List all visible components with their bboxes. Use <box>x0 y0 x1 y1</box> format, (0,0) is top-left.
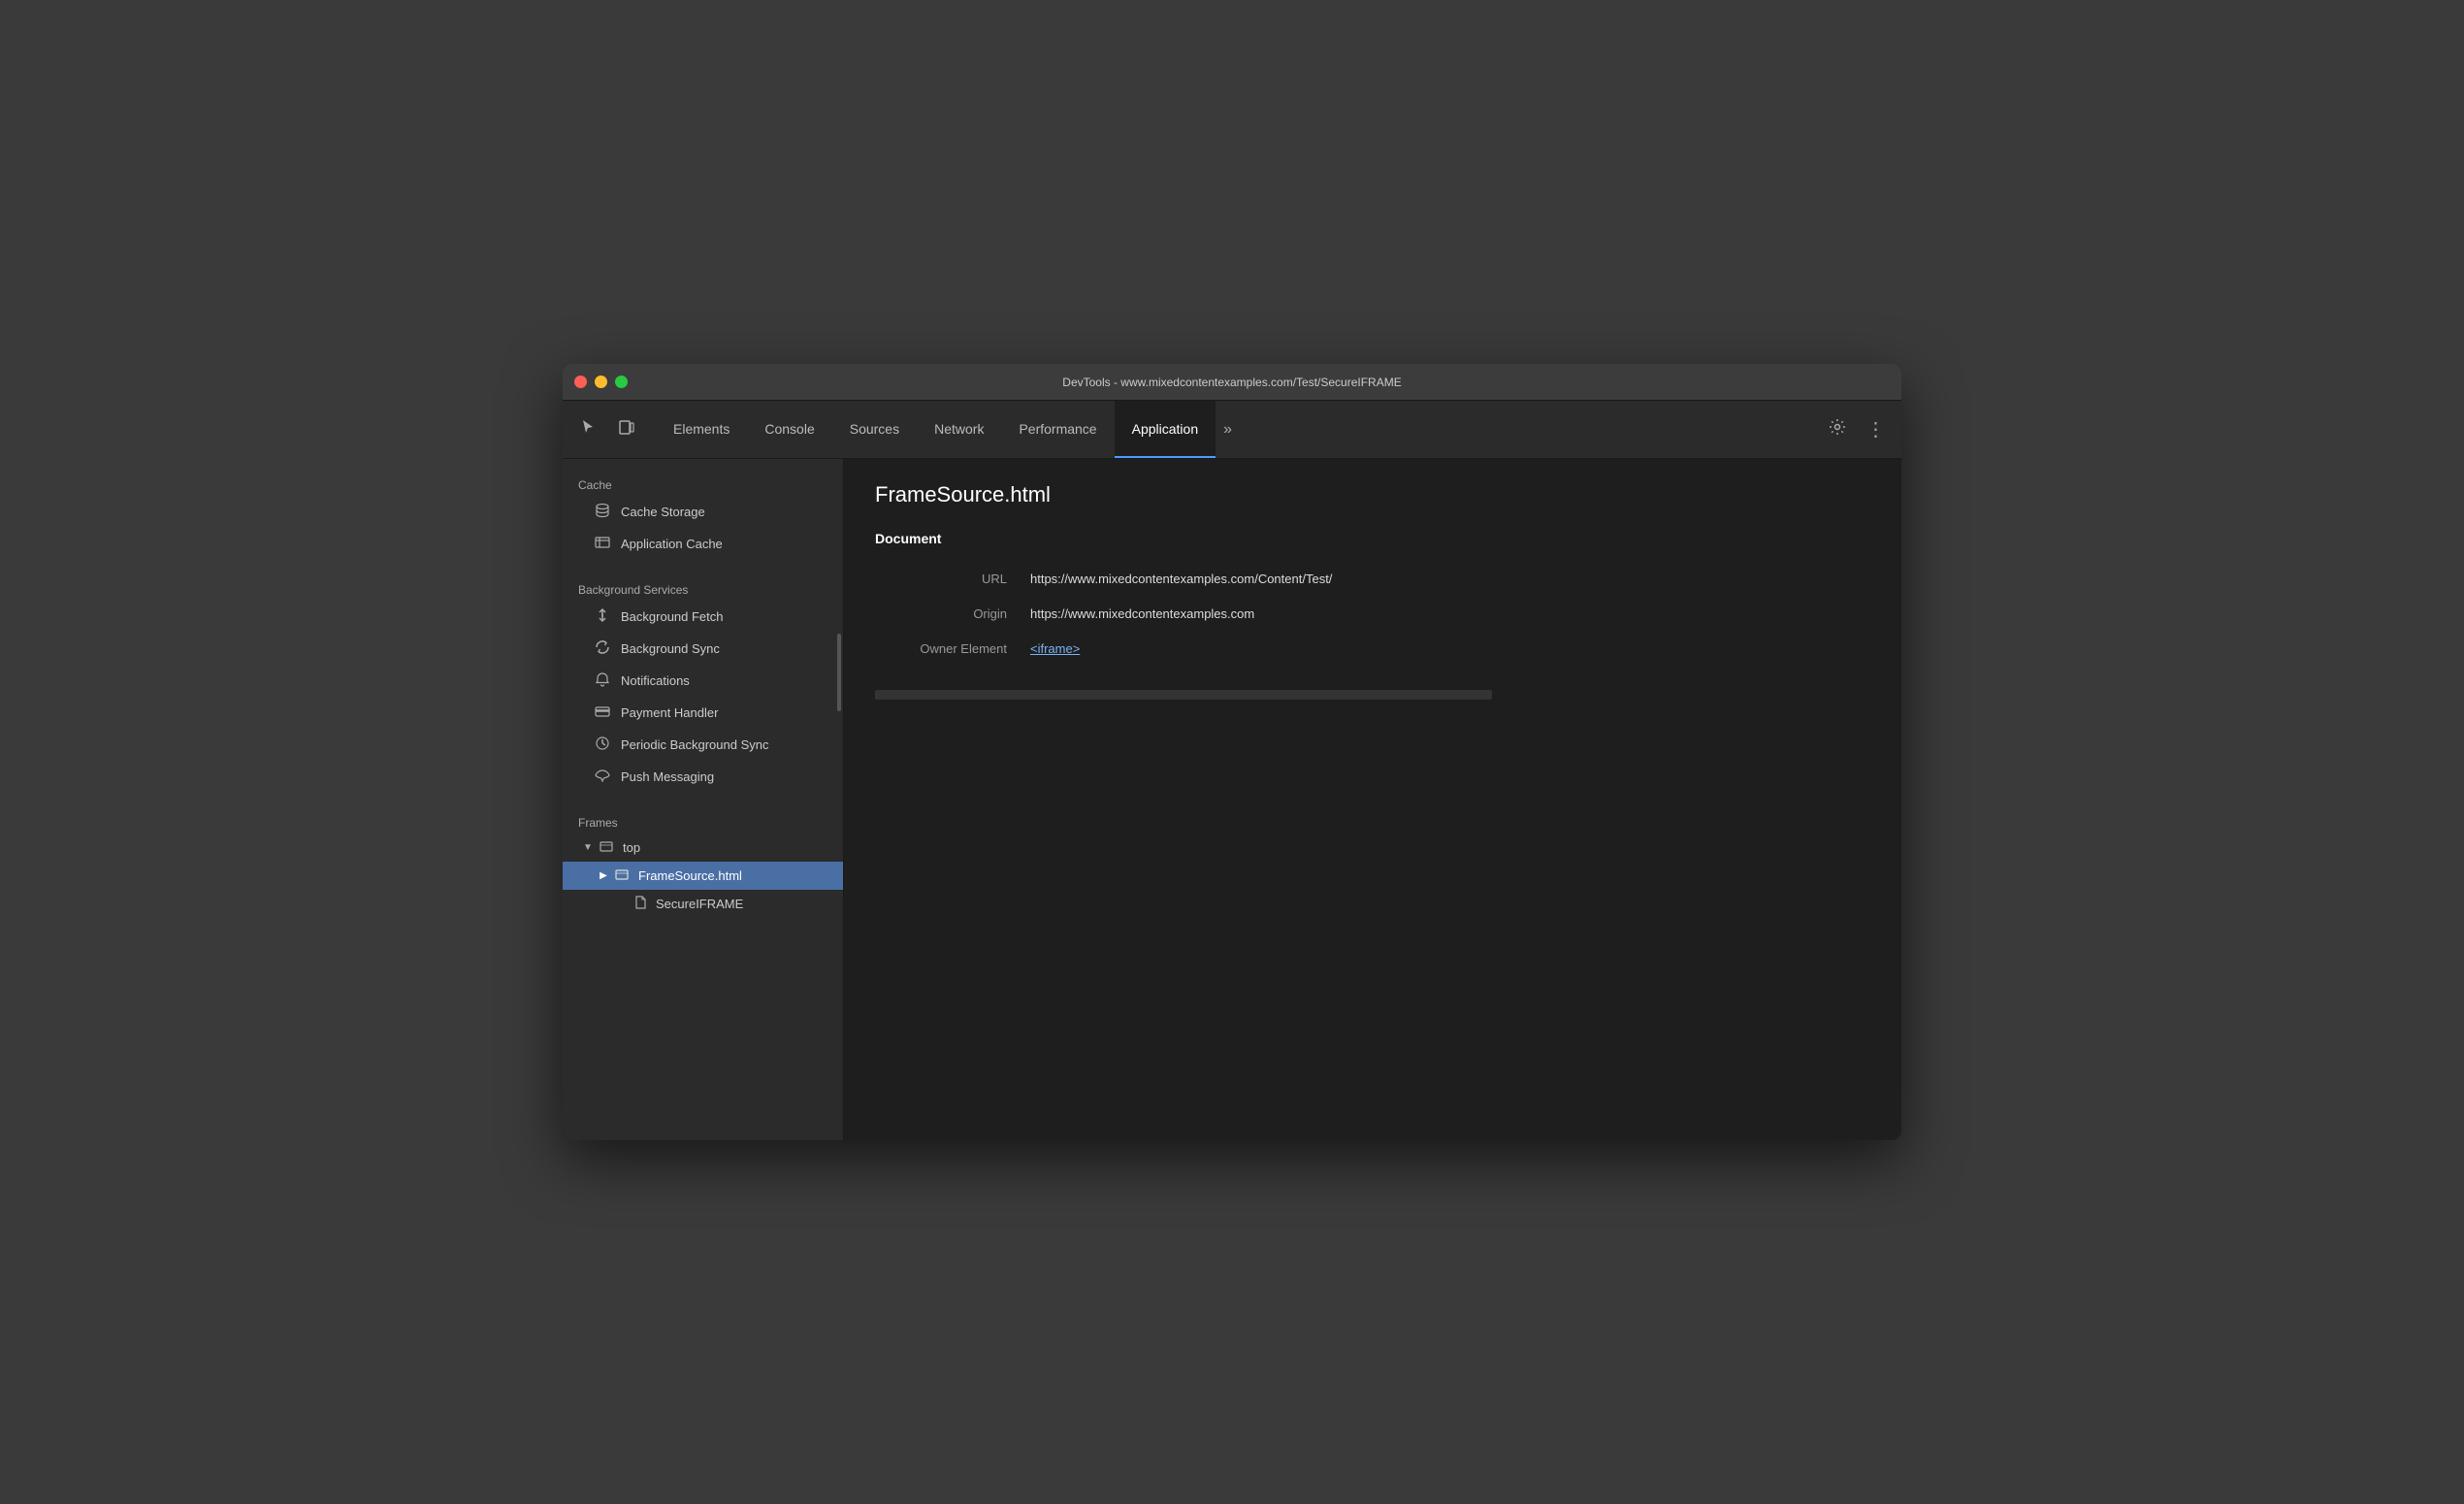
device-toggle-button[interactable] <box>609 412 644 447</box>
frame-file-icon-secureiframe <box>634 896 646 912</box>
application-cache-icon <box>594 535 611 553</box>
frame-tree-top[interactable]: ▼ top <box>563 834 843 862</box>
sidebar: Cache Cache Storage <box>563 459 844 1140</box>
periodic-bg-sync-label: Periodic Background Sync <box>621 737 768 752</box>
push-messaging-label: Push Messaging <box>621 769 714 784</box>
background-fetch-label: Background Fetch <box>621 609 724 624</box>
sidebar-item-cache-storage[interactable]: Cache Storage <box>563 496 843 528</box>
toolbar-icons <box>570 412 644 447</box>
sidebar-section-bg-services-label: Background Services <box>563 575 843 601</box>
tab-elements[interactable]: Elements <box>656 401 747 458</box>
sidebar-item-background-sync[interactable]: Background Sync <box>563 633 843 665</box>
loading-bar-bg <box>875 690 1492 700</box>
expand-arrow-top: ▼ <box>582 842 594 853</box>
sidebar-section-cache-label: Cache <box>563 471 843 496</box>
cache-storage-label: Cache Storage <box>621 505 705 519</box>
frame-top-label: top <box>623 840 640 855</box>
sidebar-item-application-cache[interactable]: Application Cache <box>563 528 843 560</box>
sidebar-item-payment-handler[interactable]: Payment Handler <box>563 697 843 729</box>
tab-console[interactable]: Console <box>747 401 831 458</box>
cursor-tool-button[interactable] <box>570 412 605 447</box>
maximize-button[interactable] <box>615 376 628 388</box>
origin-row: Origin https://www.mixedcontentexamples.… <box>875 597 1870 632</box>
notifications-label: Notifications <box>621 673 690 688</box>
cursor-icon <box>579 418 597 441</box>
frame-folder-icon-framesource <box>615 867 629 884</box>
periodic-bg-sync-icon <box>594 736 611 754</box>
minimize-button[interactable] <box>595 376 607 388</box>
more-icon: ⋮ <box>1866 417 1887 441</box>
document-section-label: Document <box>875 531 1870 546</box>
settings-icon <box>1829 418 1846 441</box>
settings-button[interactable] <box>1820 412 1855 447</box>
owner-element-label: Owner Element <box>875 641 1030 656</box>
sidebar-scrollbar <box>837 634 841 711</box>
more-options-button[interactable]: ⋮ <box>1859 412 1894 447</box>
sidebar-section-frames-label: Frames <box>563 808 843 834</box>
owner-element-row: Owner Element <iframe> <box>875 632 1870 667</box>
tabs-container: Elements Console Sources Network Perform… <box>656 401 1820 458</box>
main-content: Cache Cache Storage <box>563 459 1901 1140</box>
payment-handler-label: Payment Handler <box>621 705 718 720</box>
main-panel: FrameSource.html Document URL https://ww… <box>844 459 1901 1140</box>
frame-framesource-label: FrameSource.html <box>638 868 742 883</box>
owner-element-value[interactable]: <iframe> <box>1030 641 1870 656</box>
background-sync-icon <box>594 639 611 658</box>
frame-tree-secureiframe[interactable]: ▶ SecureIFRAME <box>563 890 843 918</box>
notifications-icon <box>594 671 611 690</box>
close-button[interactable] <box>574 376 587 388</box>
tab-sources[interactable]: Sources <box>832 401 917 458</box>
payment-handler-icon <box>594 703 611 722</box>
sidebar-item-background-fetch[interactable]: Background Fetch <box>563 601 843 633</box>
traffic-lights <box>574 376 628 388</box>
push-messaging-icon <box>594 768 611 786</box>
origin-label: Origin <box>875 606 1030 621</box>
background-fetch-icon <box>594 607 611 626</box>
toolbar: Elements Console Sources Network Perform… <box>563 401 1901 459</box>
tab-application[interactable]: Application <box>1115 401 1216 458</box>
toolbar-right: ⋮ <box>1820 412 1894 447</box>
tab-performance[interactable]: Performance <box>1001 401 1114 458</box>
sidebar-item-periodic-bg-sync[interactable]: Periodic Background Sync <box>563 729 843 761</box>
expand-arrow-framesource: ▶ <box>598 870 609 881</box>
title-bar: DevTools - www.mixedcontentexamples.com/… <box>563 364 1901 401</box>
device-icon <box>618 418 635 441</box>
url-value: https://www.mixedcontentexamples.com/Con… <box>1030 572 1870 586</box>
url-row: URL https://www.mixedcontentexamples.com… <box>875 562 1870 597</box>
sidebar-item-notifications[interactable]: Notifications <box>563 665 843 697</box>
frame-secureiframe-label: SecureIFRAME <box>656 897 743 911</box>
url-label: URL <box>875 572 1030 586</box>
frame-tree-framesource[interactable]: ▶ FrameSource.html <box>563 862 843 890</box>
sidebar-item-push-messaging[interactable]: Push Messaging <box>563 761 843 793</box>
application-cache-label: Application Cache <box>621 537 723 551</box>
frame-folder-icon-top <box>600 839 613 856</box>
origin-value: https://www.mixedcontentexamples.com <box>1030 606 1870 621</box>
tab-network[interactable]: Network <box>917 401 1001 458</box>
panel-title: FrameSource.html <box>875 482 1870 507</box>
content-loading-bar-container <box>875 690 1870 700</box>
devtools-window: DevTools - www.mixedcontentexamples.com/… <box>563 364 1901 1140</box>
window-title: DevTools - www.mixedcontentexamples.com/… <box>1062 376 1401 389</box>
background-sync-label: Background Sync <box>621 641 720 656</box>
tab-overflow-button[interactable]: » <box>1216 421 1240 439</box>
cache-storage-icon <box>594 503 611 521</box>
